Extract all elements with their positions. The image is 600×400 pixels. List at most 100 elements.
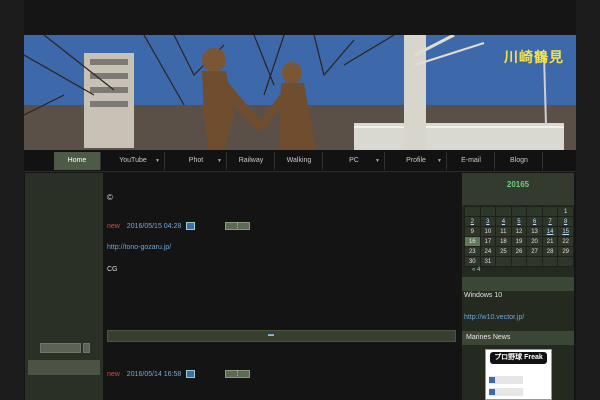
calendar-day: 16 bbox=[464, 236, 481, 247]
calendar-day[interactable]: 7 bbox=[541, 216, 559, 227]
calendar-day[interactable]: 5 bbox=[510, 216, 528, 227]
calendar-day[interactable]: 15 bbox=[557, 226, 574, 237]
nav-item-blogn[interactable]: Blogn bbox=[496, 152, 543, 170]
baseball-widget[interactable]: プロ野球 Freak bbox=[485, 349, 552, 400]
nav-label: Walking bbox=[286, 157, 312, 164]
calendar-day[interactable]: 3 bbox=[479, 216, 497, 227]
calendar-day: 13 bbox=[526, 226, 543, 237]
site-title: 川崎鶴見 bbox=[504, 49, 564, 65]
calendar-day: 25 bbox=[495, 246, 512, 257]
post-meta: new 2016/05/14 16:58 bbox=[107, 370, 196, 378]
nav-label: PC bbox=[349, 157, 359, 164]
calendar-day: 27 bbox=[526, 246, 543, 257]
calendar-day: 1 bbox=[557, 206, 574, 217]
nav-label: YouTube bbox=[119, 157, 147, 164]
caret-down-icon: ▼ bbox=[217, 158, 222, 164]
post-footer-bar: ▬ bbox=[107, 330, 456, 342]
sidebar-bar bbox=[462, 277, 574, 291]
search-input[interactable] bbox=[40, 343, 81, 353]
calendar-day: 30 bbox=[464, 256, 481, 267]
nav-item-pc[interactable]: PC ▼ bbox=[324, 152, 385, 170]
calendar-day: 11 bbox=[495, 226, 512, 237]
header-photo bbox=[24, 35, 576, 150]
nav-item-walking[interactable]: Walking bbox=[276, 152, 323, 170]
widget-row[interactable] bbox=[489, 376, 523, 384]
news-icon bbox=[489, 377, 495, 383]
nav-item-railway[interactable]: Railway bbox=[228, 152, 275, 170]
nav-label: Home bbox=[67, 157, 87, 164]
calendar-day bbox=[541, 206, 559, 217]
calendar-day[interactable]: 4 bbox=[495, 216, 512, 227]
calendar-title: 20165 bbox=[462, 173, 574, 205]
main-nav: Home YouTube ▼ Phot ▼ Railway Walking PC ▼ … bbox=[24, 150, 576, 172]
info-icon[interactable] bbox=[186, 370, 196, 378]
nav-item-profile[interactable]: Profile ▼ bbox=[386, 152, 447, 170]
post-menu-button[interactable]: ⋮ bbox=[225, 370, 250, 378]
calendar-day: 21 bbox=[541, 236, 559, 247]
calendar-day: 12 bbox=[510, 226, 528, 237]
widget-title: プロ野球 Freak bbox=[490, 352, 547, 364]
main-content: © new 2016/05/15 04:28 ⋮ http://tono-goz… bbox=[104, 173, 459, 400]
marines-news-heading: Marines News bbox=[462, 331, 574, 345]
nav-item-youtube[interactable]: YouTube ▼ bbox=[102, 152, 165, 170]
calendar-day: 20 bbox=[526, 236, 543, 247]
calendar-day: 29 bbox=[557, 246, 574, 257]
post-date[interactable]: 2016/05/15 04:28 bbox=[127, 223, 182, 230]
calendar-day bbox=[495, 206, 512, 217]
post-text: CG bbox=[107, 266, 118, 273]
copyright-mark: © bbox=[107, 193, 113, 202]
calendar-day[interactable]: 14 bbox=[541, 226, 559, 237]
calendar-day[interactable]: 8 bbox=[557, 216, 574, 227]
calendar-day: 22 bbox=[557, 236, 574, 247]
nav-item-phot[interactable]: Phot ▼ bbox=[166, 152, 227, 170]
nav-label: Profile bbox=[406, 157, 426, 164]
calendar-day bbox=[541, 256, 559, 267]
calendar-day bbox=[526, 256, 543, 267]
post-date[interactable]: 2016/05/14 16:58 bbox=[127, 371, 182, 378]
nav-item-email[interactable]: E-mail bbox=[448, 152, 495, 170]
sidebar-bar bbox=[28, 360, 100, 375]
nav-label: Railway bbox=[238, 157, 264, 164]
calendar-prev-link[interactable]: « 4 bbox=[472, 267, 480, 273]
calendar-day: 18 bbox=[495, 236, 512, 247]
calendar-week: 9 10 11 12 13 14 15 bbox=[464, 226, 574, 237]
calendar-grid: 1 2 3 4 5 6 7 8 9 10 11 12 13 14 15 16 17 18 19 20 21 22 23 24 2… bbox=[464, 206, 574, 267]
nav-item-home[interactable]: Home bbox=[54, 152, 101, 170]
new-badge: new bbox=[107, 222, 120, 230]
calendar-day bbox=[510, 206, 528, 217]
calendar-day: 10 bbox=[479, 226, 497, 237]
calendar-day: 23 bbox=[464, 246, 481, 257]
calendar-day[interactable]: 6 bbox=[526, 216, 543, 227]
calendar-day: 26 bbox=[510, 246, 528, 257]
widget-row[interactable] bbox=[489, 388, 523, 396]
left-gutter bbox=[0, 0, 24, 400]
news-icon bbox=[489, 389, 495, 395]
post-link[interactable]: http://tono-gozaru.jp/ bbox=[107, 244, 171, 251]
calendar-day: 28 bbox=[541, 246, 559, 257]
post-meta: new 2016/05/15 04:28 bbox=[107, 222, 196, 230]
folder-icon[interactable]: ▬ bbox=[268, 332, 274, 338]
calendar-day[interactable]: 2 bbox=[464, 216, 481, 227]
calendar-day bbox=[557, 256, 574, 267]
right-gutter bbox=[576, 0, 600, 400]
calendar-day bbox=[526, 206, 543, 217]
nav-label: Blogn bbox=[510, 157, 528, 164]
calendar-day bbox=[479, 206, 497, 217]
left-sidebar bbox=[25, 173, 103, 400]
calendar-week: 30 31 bbox=[464, 256, 574, 267]
caret-down-icon: ▼ bbox=[437, 158, 442, 164]
nav-label: E-mail bbox=[461, 157, 481, 164]
calendar-day bbox=[464, 206, 481, 217]
calendar-day: 19 bbox=[510, 236, 528, 247]
calendar-day: 31 bbox=[479, 256, 497, 267]
calendar-day bbox=[510, 256, 528, 267]
calendar-week: 16 17 18 19 20 21 22 bbox=[464, 236, 574, 247]
post-menu-button[interactable]: ⋮ bbox=[225, 222, 250, 230]
win10-link[interactable]: http://w10.vector.jp/ bbox=[464, 314, 524, 321]
calendar-week: 1 bbox=[464, 206, 574, 217]
caret-down-icon: ▼ bbox=[155, 158, 160, 164]
header-banner: 川崎鶴見 bbox=[24, 35, 576, 150]
calendar-day: 17 bbox=[479, 236, 497, 247]
search-button[interactable] bbox=[83, 343, 90, 353]
info-icon[interactable] bbox=[186, 222, 196, 230]
